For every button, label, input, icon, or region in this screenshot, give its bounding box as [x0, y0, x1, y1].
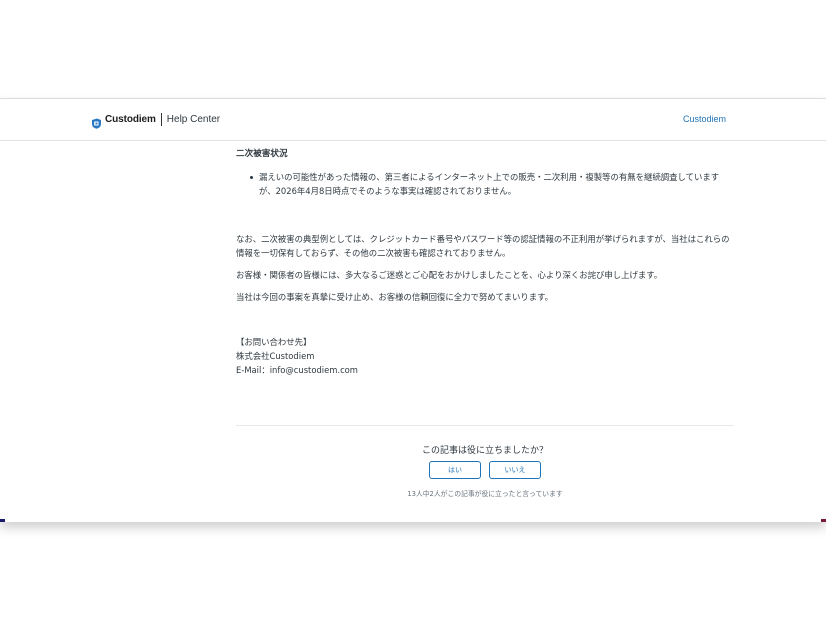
contact-email: E-Mail：info@custodiem.com [236, 365, 358, 375]
brand-name: Custodiem [105, 113, 156, 125]
status-bullet-list: 漏えいの可能性があった情報の、第三者によるインターネット上での販売・二次利用・複… [250, 171, 734, 198]
vote-count: 13人中2人がこの記事が役に立ったと言っています [407, 490, 563, 498]
vote-no-button[interactable]: いいえ [489, 461, 541, 479]
help-center-title: Help Center [166, 113, 221, 125]
vote-yes-button[interactable]: はい [429, 461, 481, 479]
window-edge-right [821, 519, 826, 522]
logo-divider [160, 112, 162, 126]
vote-divider [236, 425, 734, 426]
list-item: 漏えいの可能性があった情報の、第三者によるインターネット上での販売・二次利用・複… [250, 171, 734, 198]
contact-company: 株式会社Custodiem [236, 351, 315, 361]
contact-heading: 【お問い合わせ先】 [236, 337, 312, 347]
vote-question: この記事は役に立ちましたか？ [421, 446, 548, 456]
help-center-window: Custodiem Help Center Custodiem 二次被害状況 漏… [0, 98, 826, 522]
window-edge-left [0, 519, 5, 522]
site-header: Custodiem Help Center Custodiem [0, 99, 826, 141]
vote-buttons: はい いいえ [429, 461, 541, 479]
section-title: 二次被害状況 [236, 149, 288, 159]
paragraph-secondary-damage: なお、二次被害の典型例としては、クレジットカード番号やパスワード等の認証情報の不… [236, 234, 730, 258]
paragraph-commitment: 当社は今回の事案を真摯に受け止め、お客様の信頼回復に全力で努めてまいります。 [236, 292, 553, 302]
nav-link-custodiem[interactable]: Custodiem [683, 114, 726, 124]
logo[interactable]: Custodiem Help Center [91, 111, 221, 129]
custodiem-logo-icon [91, 114, 102, 129]
paragraph-apology: お客様・関係者の皆様には、多大なるご迷惑とご心配をおかけしましたことを、心より深… [236, 270, 663, 280]
